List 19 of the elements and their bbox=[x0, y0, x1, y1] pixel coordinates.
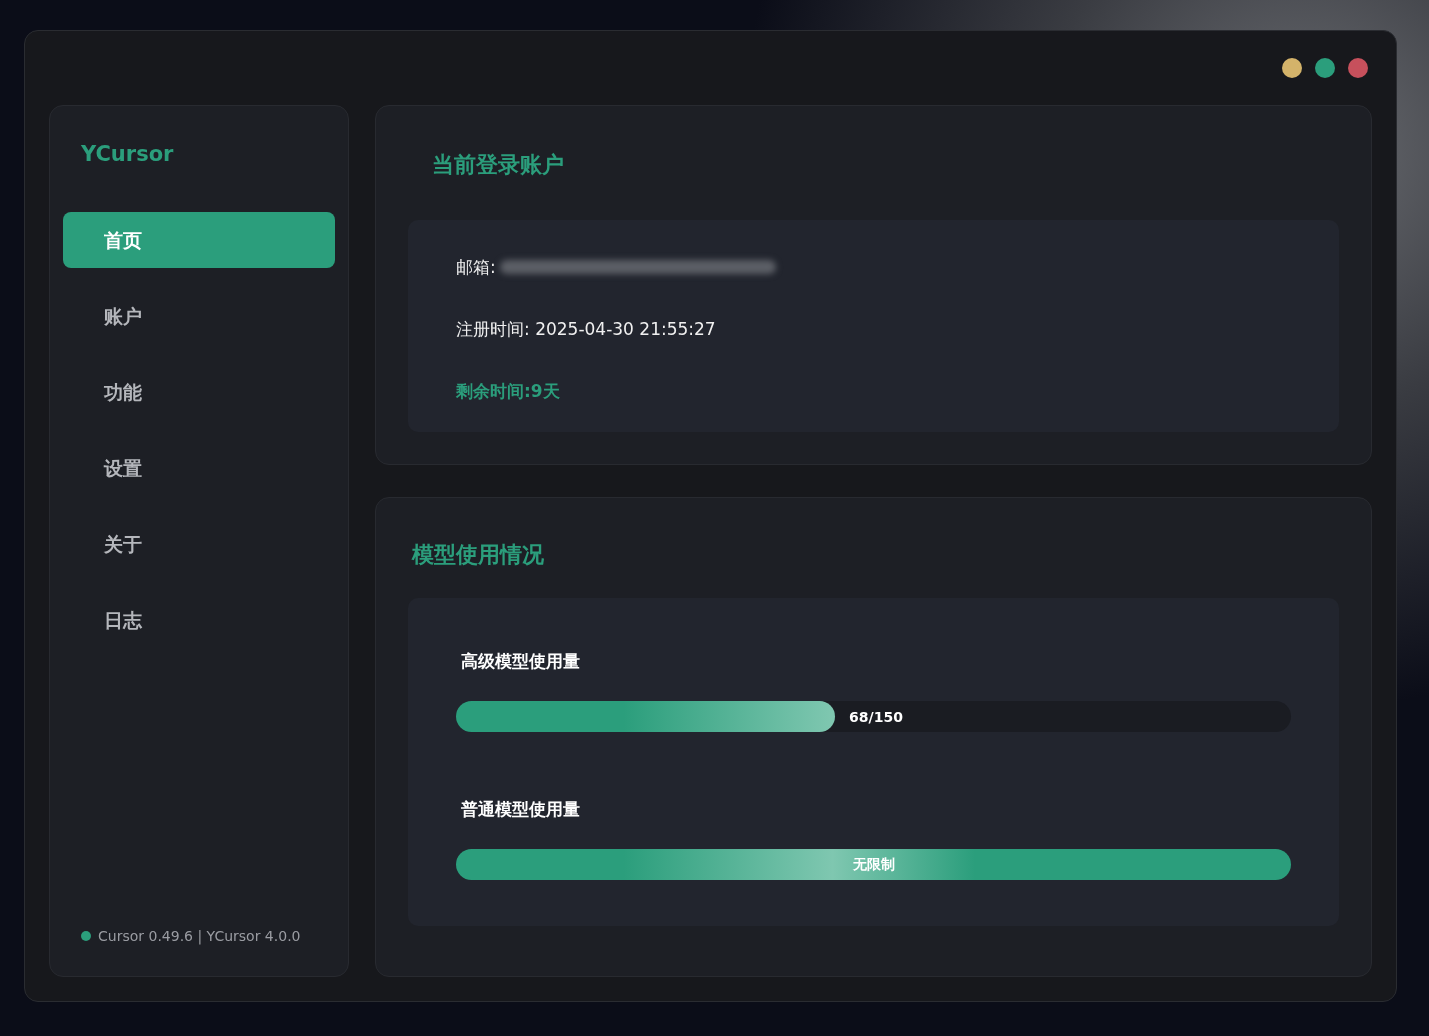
nav-item[interactable]: 功能 bbox=[63, 364, 335, 420]
window-control-button[interactable] bbox=[1348, 58, 1368, 78]
email-label: 邮箱: bbox=[456, 255, 496, 279]
meter-label: 普通模型使用量 bbox=[460, 798, 580, 821]
window-control-button[interactable] bbox=[1315, 58, 1335, 78]
registration-time: 注册时间: 2025-04-30 21:55:27 bbox=[456, 317, 716, 341]
app-logo: YCursor bbox=[80, 142, 174, 166]
window-control-button[interactable] bbox=[1282, 58, 1302, 78]
nav-item[interactable]: 设置 bbox=[63, 440, 335, 496]
card-title: 模型使用情况 bbox=[410, 541, 544, 569]
nav-item[interactable]: 账户 bbox=[63, 288, 335, 344]
card-title: 当前登录账户 bbox=[431, 151, 564, 179]
meter-label: 高级模型使用量 bbox=[460, 650, 580, 673]
remaining-time: 剩余时间:9天 bbox=[456, 379, 560, 403]
nav-item[interactable]: 关于 bbox=[63, 516, 335, 572]
usage-reading: 68/150 bbox=[849, 708, 903, 725]
usage-reading: 无限制 bbox=[852, 855, 895, 874]
version-text: Cursor 0.49.6 | YCursor 4.0.0 bbox=[98, 928, 301, 944]
nav-item[interactable]: 日志 bbox=[63, 592, 335, 648]
